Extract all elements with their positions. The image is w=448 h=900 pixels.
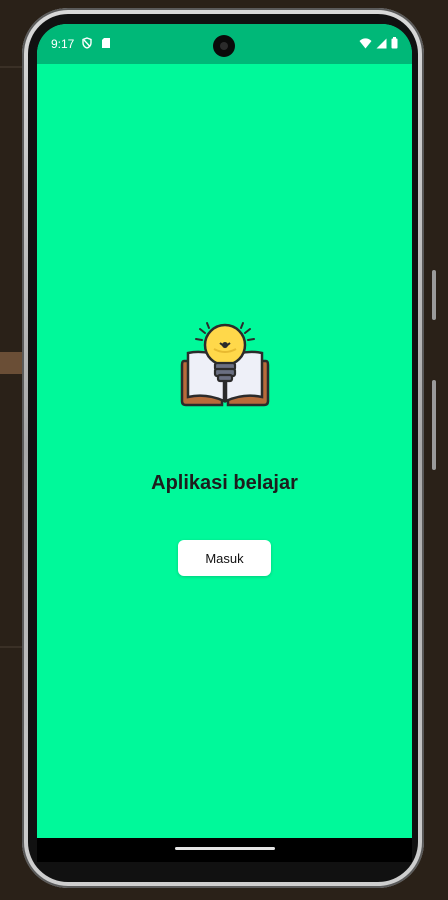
- desktop-background: [0, 352, 22, 374]
- navigation-bar: [37, 838, 412, 862]
- desktop-divider: [0, 646, 22, 648]
- app-title: Aplikasi belajar: [151, 472, 298, 494]
- desktop-divider: [0, 66, 22, 68]
- app-content: Aplikasi belajar Masuk: [37, 64, 412, 846]
- signal-icon: [376, 38, 387, 52]
- wifi-icon: [359, 37, 372, 52]
- home-indicator[interactable]: [175, 847, 275, 850]
- status-bar: 9:17: [37, 24, 412, 64]
- battery-icon: [391, 37, 398, 52]
- power-button: [432, 270, 436, 320]
- status-time: 9:17: [51, 37, 75, 51]
- front-camera: [213, 35, 235, 57]
- status-icons: [359, 37, 398, 52]
- login-button[interactable]: Masuk: [178, 540, 271, 576]
- lightbulb-book-icon: [178, 319, 272, 413]
- volume-button: [432, 380, 436, 470]
- phone-screen: 9:17 Aplikasi belajar Masuk: [37, 24, 412, 846]
- sim-card-icon: [101, 37, 111, 52]
- shield-icon: [81, 37, 93, 52]
